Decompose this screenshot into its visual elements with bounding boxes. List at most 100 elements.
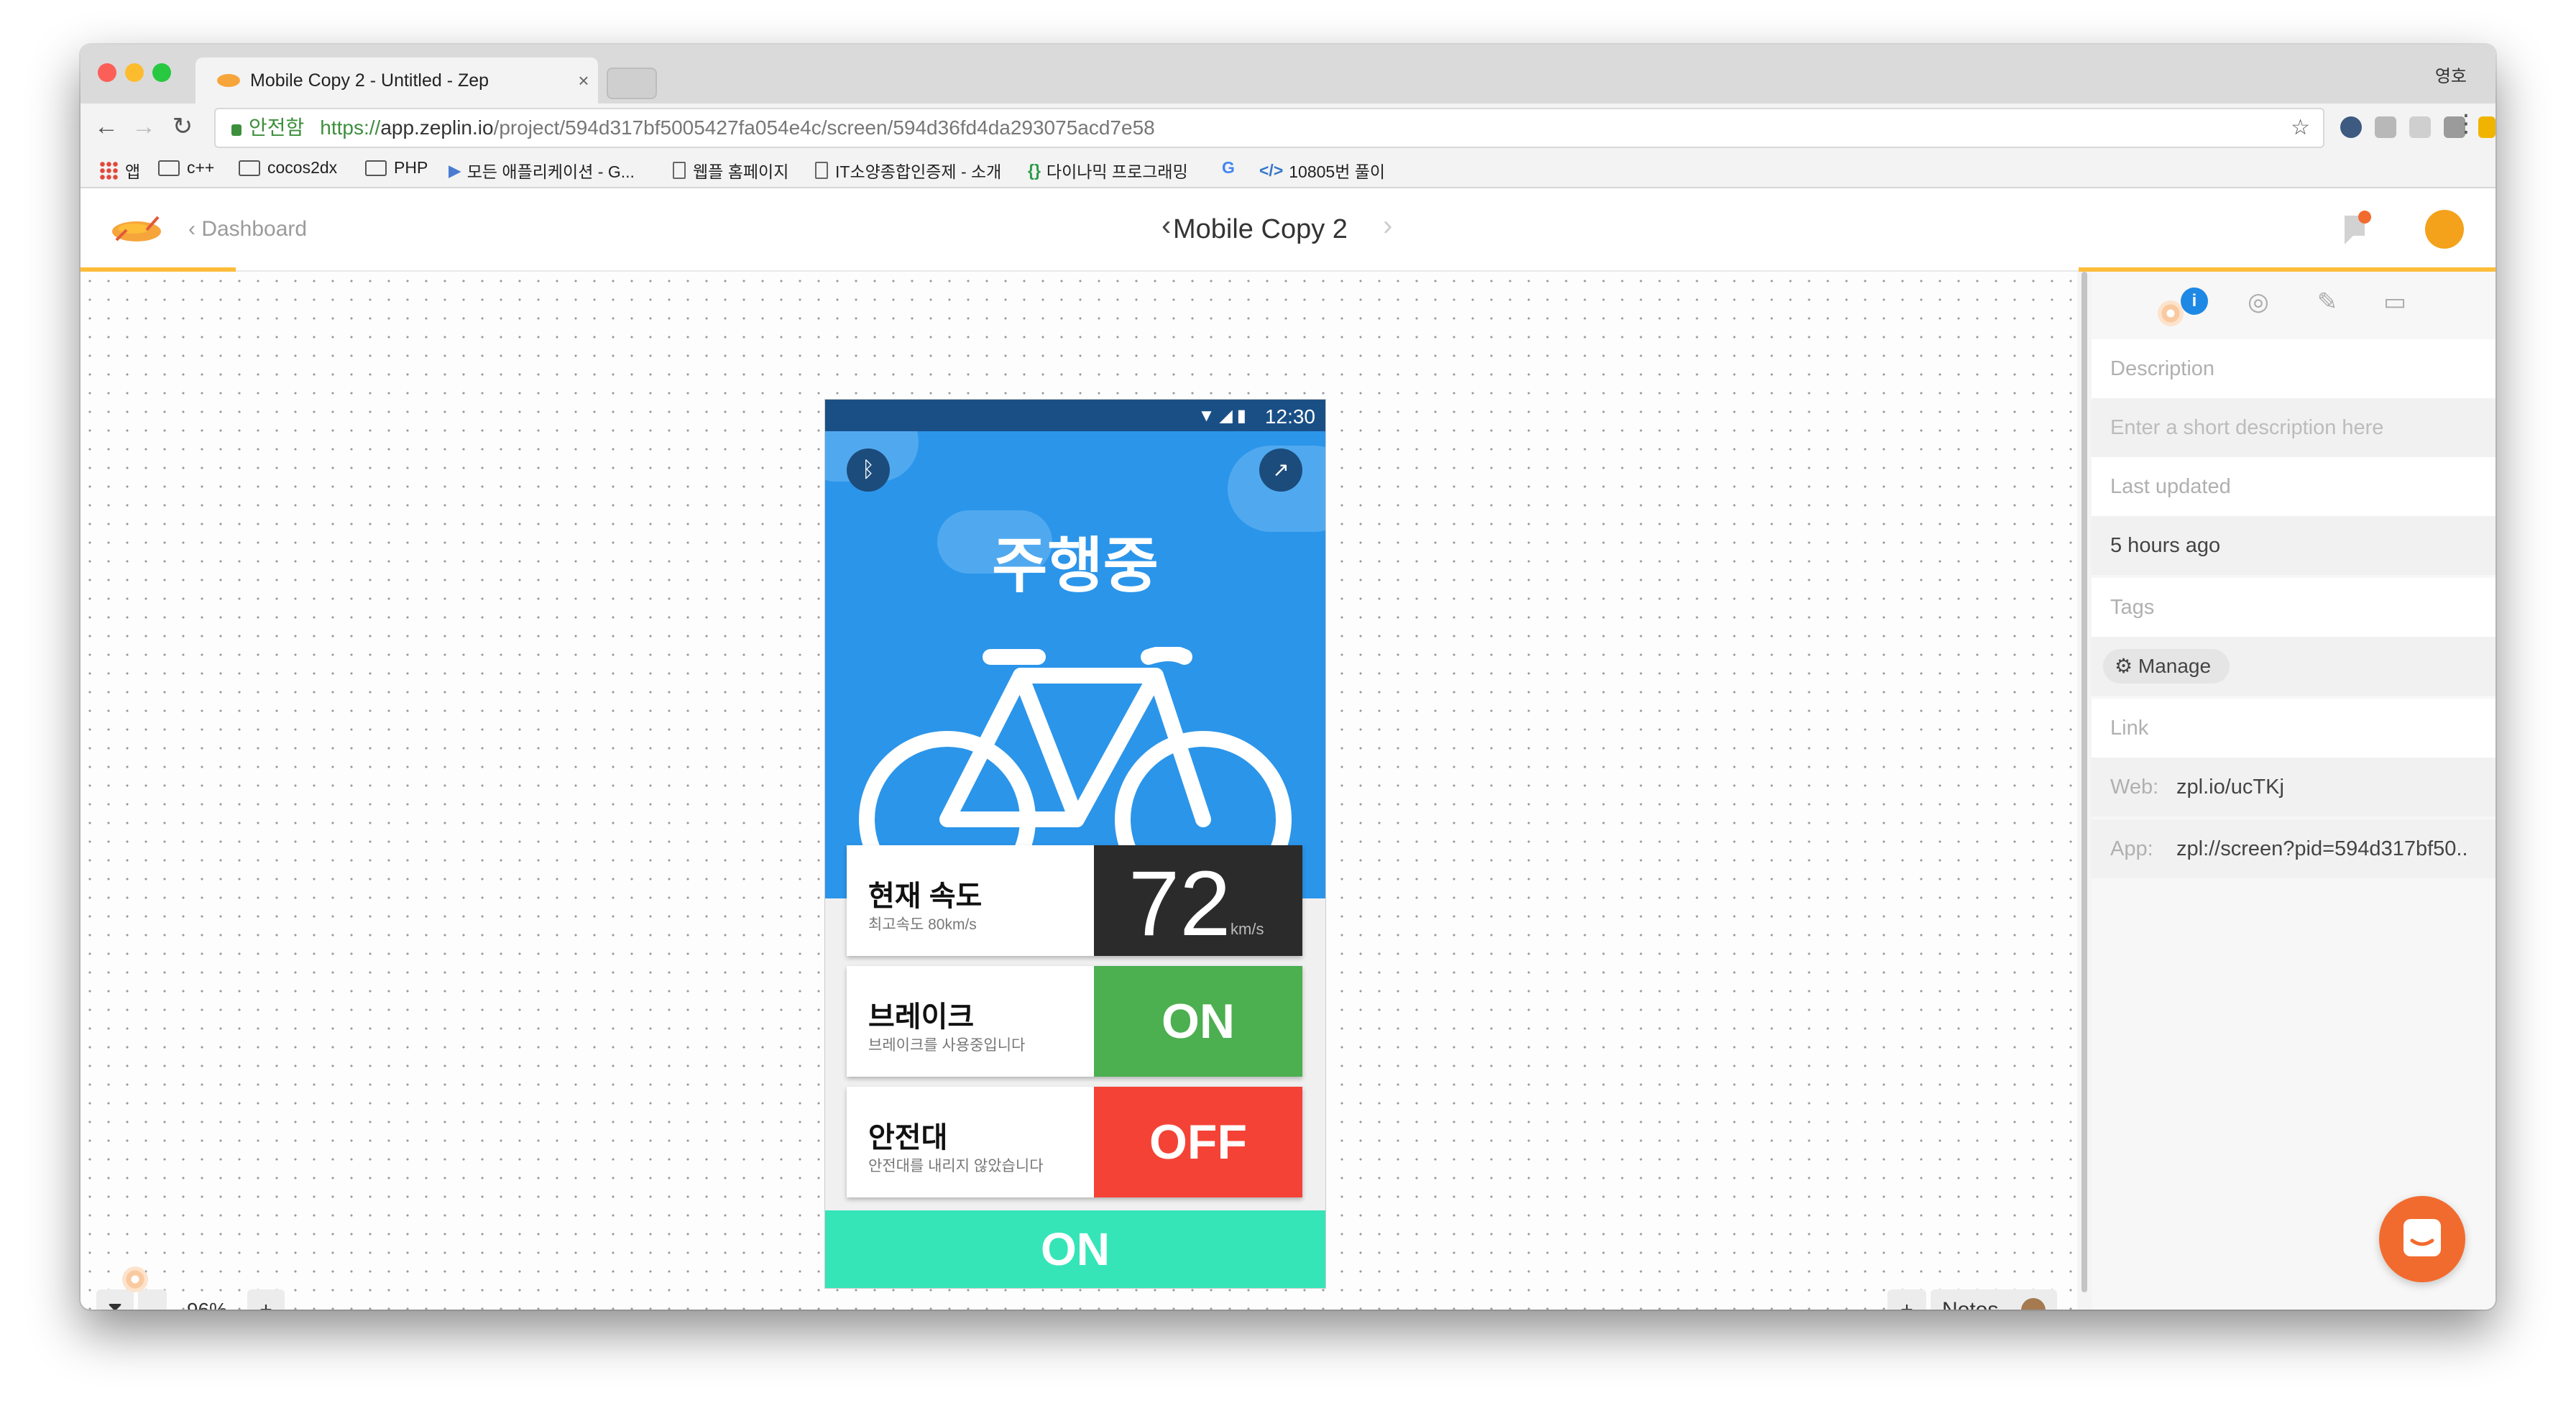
- lock-icon: [231, 124, 242, 136]
- brake-card[interactable]: 브레이크 브레이크를 사용중입니다 ON: [847, 966, 1302, 1077]
- bookmark-label: 웹플 홈페이지: [693, 162, 789, 181]
- bookmarks-bar: 앱 c++ cocos2dx PHP ▶ 모든 애플리케이션 - G... 웹플 …: [80, 151, 2496, 188]
- bluetooth-icon[interactable]: ᛒ: [847, 448, 890, 492]
- monkey-icon: [2021, 1298, 2046, 1310]
- bookmark-php[interactable]: PHP: [365, 158, 428, 178]
- comments-tab-icon[interactable]: ▭: [2379, 288, 2411, 319]
- phone-screen[interactable]: ▼◢▮ 12:30 ᛒ ↗ 주행중 현재 속도 최고속도 80km/s 72 k…: [825, 400, 1325, 1288]
- browser-toolbar: ← → ↻ 안전함 https://app.zeplin.io/project/5…: [80, 104, 2496, 151]
- notifications-icon[interactable]: [2340, 210, 2373, 250]
- zoom-level: 96%: [171, 1289, 243, 1310]
- speed-card[interactable]: 현재 속도 최고속도 80km/s 72 km/s: [847, 845, 1302, 956]
- extension-t-icon[interactable]: [2375, 116, 2396, 138]
- maximize-window-button[interactable]: [152, 63, 171, 82]
- bookmark-label: IT소양종합인증제 - 소개: [835, 162, 1002, 181]
- browser-menu-icon[interactable]: ⋮: [2454, 109, 2478, 138]
- tab-strip: Mobile Copy 2 - Untitled - Zep × 영호: [80, 45, 2496, 104]
- page-icon: [673, 162, 686, 179]
- bookmark-label: c++: [187, 158, 215, 177]
- belt-subtitle: 안전대를 내리지 않았습니다: [868, 1158, 1044, 1174]
- bookmark-it-cert[interactable]: IT소양종합인증제 - 소개: [815, 158, 1001, 183]
- next-screen-icon[interactable]: ›: [1383, 210, 1392, 242]
- brake-subtitle: 브레이크를 사용중입니다: [868, 1037, 1026, 1054]
- manage-label: Manage: [2138, 655, 2212, 677]
- app-link[interactable]: zpl://screen?pid=594d317bf50..: [2176, 837, 2468, 860]
- reload-icon[interactable]: ↻: [167, 111, 198, 142]
- last-updated-label: Last updated: [2092, 457, 2496, 516]
- google-icon: G: [1222, 158, 1235, 177]
- manage-tags-button[interactable]: ⚙ Manage: [2103, 649, 2230, 684]
- bookmark-10805[interactable]: </> 10805번 풀이: [1259, 158, 1385, 183]
- braces-icon: {}: [1028, 160, 1041, 180]
- belt-card[interactable]: 안전대 안전대를 내리지 않았습니다 OFF: [847, 1087, 1302, 1197]
- browser-window: Mobile Copy 2 - Untitled - Zep × 영호 ← → …: [80, 45, 2496, 1310]
- dashboard-link[interactable]: ‹ Dashboard: [188, 217, 307, 242]
- zoom-controls: ⧗ - 96% +: [96, 1289, 289, 1310]
- bookmark-label: PHP: [394, 158, 428, 177]
- tags-label: Tags: [2092, 578, 2496, 637]
- brake-title: 브레이크: [868, 1001, 975, 1033]
- status-time: 12:30: [1264, 405, 1315, 428]
- url-scheme: https://: [320, 116, 381, 139]
- zeplin-logo-icon[interactable]: [109, 211, 164, 247]
- speed-unit: km/s: [1230, 920, 1264, 938]
- apps-grid-icon: [99, 161, 118, 180]
- web-link[interactable]: zpl.io/ucTKj: [2176, 776, 2284, 799]
- notes-button[interactable]: Notes: [1931, 1289, 2057, 1310]
- zoom-out-button[interactable]: -: [138, 1289, 167, 1310]
- gear-icon: ⚙: [2115, 655, 2138, 677]
- info-tab-icon[interactable]: i: [2181, 288, 2208, 315]
- chat-launcher-button[interactable]: [2379, 1196, 2465, 1282]
- new-tab-button[interactable]: [607, 68, 657, 99]
- status-bar: ▼◢▮ 12:30: [825, 400, 1325, 431]
- hint-pulse-icon[interactable]: [122, 1266, 148, 1292]
- speed-title: 현재 속도: [868, 880, 983, 912]
- bookmark-google[interactable]: G: [1222, 158, 1241, 178]
- address-bar[interactable]: 안전함 https://app.zeplin.io/project/594d317…: [214, 108, 2324, 148]
- previous-screen-icon[interactable]: ‹: [1162, 210, 1171, 242]
- page-icon: [815, 162, 828, 179]
- hourglass-icon[interactable]: ⧗: [96, 1289, 134, 1310]
- user-avatar[interactable]: [2425, 210, 2464, 249]
- forward-arrow-icon[interactable]: →: [128, 111, 160, 142]
- speed-value-box: 72 km/s: [1094, 845, 1302, 956]
- panel-tabs: i ◎ ✎ ▭: [2092, 272, 2496, 339]
- bookmark-dp[interactable]: {} 다이나믹 프로그래밍: [1028, 158, 1188, 183]
- code-icon: </>: [1259, 160, 1284, 180]
- eye-off-tab-icon[interactable]: ◎: [2242, 288, 2274, 319]
- bookmark-webple[interactable]: 웹플 홈페이지: [673, 158, 788, 183]
- add-note-button[interactable]: +: [1887, 1289, 1926, 1310]
- signal-battery-icon: ▼◢▮: [1197, 406, 1251, 426]
- profile-name[interactable]: 영호: [2435, 62, 2467, 87]
- design-canvas[interactable]: ▼◢▮ 12:30 ᛒ ↗ 주행중 현재 속도 최고속도 80km/s 72 k…: [80, 272, 2077, 1310]
- hint-pulse-icon[interactable]: [2158, 300, 2184, 326]
- hero-banner: ᛒ ↗ 주행중: [825, 431, 1325, 898]
- bottom-on-button[interactable]: ON: [825, 1210, 1325, 1288]
- description-input[interactable]: Enter a short description here: [2092, 398, 2496, 457]
- close-window-button[interactable]: [98, 63, 116, 82]
- zeplin-header: ‹ Dashboard ‹ Mobile Copy 2 ›: [80, 188, 2496, 272]
- zoom-in-button[interactable]: +: [247, 1289, 285, 1310]
- bookmark-apps[interactable]: 앱: [99, 158, 140, 183]
- bookmark-star-icon[interactable]: ☆: [2291, 109, 2310, 147]
- extension-window-icon[interactable]: [2409, 116, 2431, 138]
- back-arrow-icon[interactable]: ←: [91, 111, 122, 142]
- bookmark-cpp[interactable]: c++: [158, 158, 214, 178]
- speed-value: 72: [1128, 852, 1231, 955]
- bookmark-label: 앱: [125, 162, 141, 181]
- extension-shield-icon[interactable]: [2340, 116, 2362, 138]
- belt-status: OFF: [1094, 1087, 1302, 1197]
- url-host: app.zeplin.io: [380, 116, 494, 139]
- canvas-scrollbar[interactable]: [2077, 272, 2092, 1310]
- bookmark-play-apps[interactable]: ▶ 모든 애플리케이션 - G...: [448, 158, 635, 183]
- brush-tab-icon[interactable]: ✎: [2312, 288, 2343, 319]
- trend-chart-icon[interactable]: ↗: [1259, 448, 1302, 492]
- bookmark-cocos2dx[interactable]: cocos2dx: [239, 158, 337, 178]
- web-link-row[interactable]: Web: zpl.io/ucTKj: [2092, 758, 2496, 816]
- app-link-row[interactable]: App: zpl://screen?pid=594d317bf50..: [2092, 819, 2496, 878]
- tab-close-icon[interactable]: ×: [569, 70, 598, 92]
- minimize-window-button[interactable]: [125, 63, 144, 82]
- extension-cup-icon[interactable]: [2478, 116, 2496, 138]
- bookmark-label: 다이나믹 프로그래밍: [1046, 162, 1188, 181]
- browser-tab[interactable]: Mobile Copy 2 - Untitled - Zep ×: [196, 58, 598, 104]
